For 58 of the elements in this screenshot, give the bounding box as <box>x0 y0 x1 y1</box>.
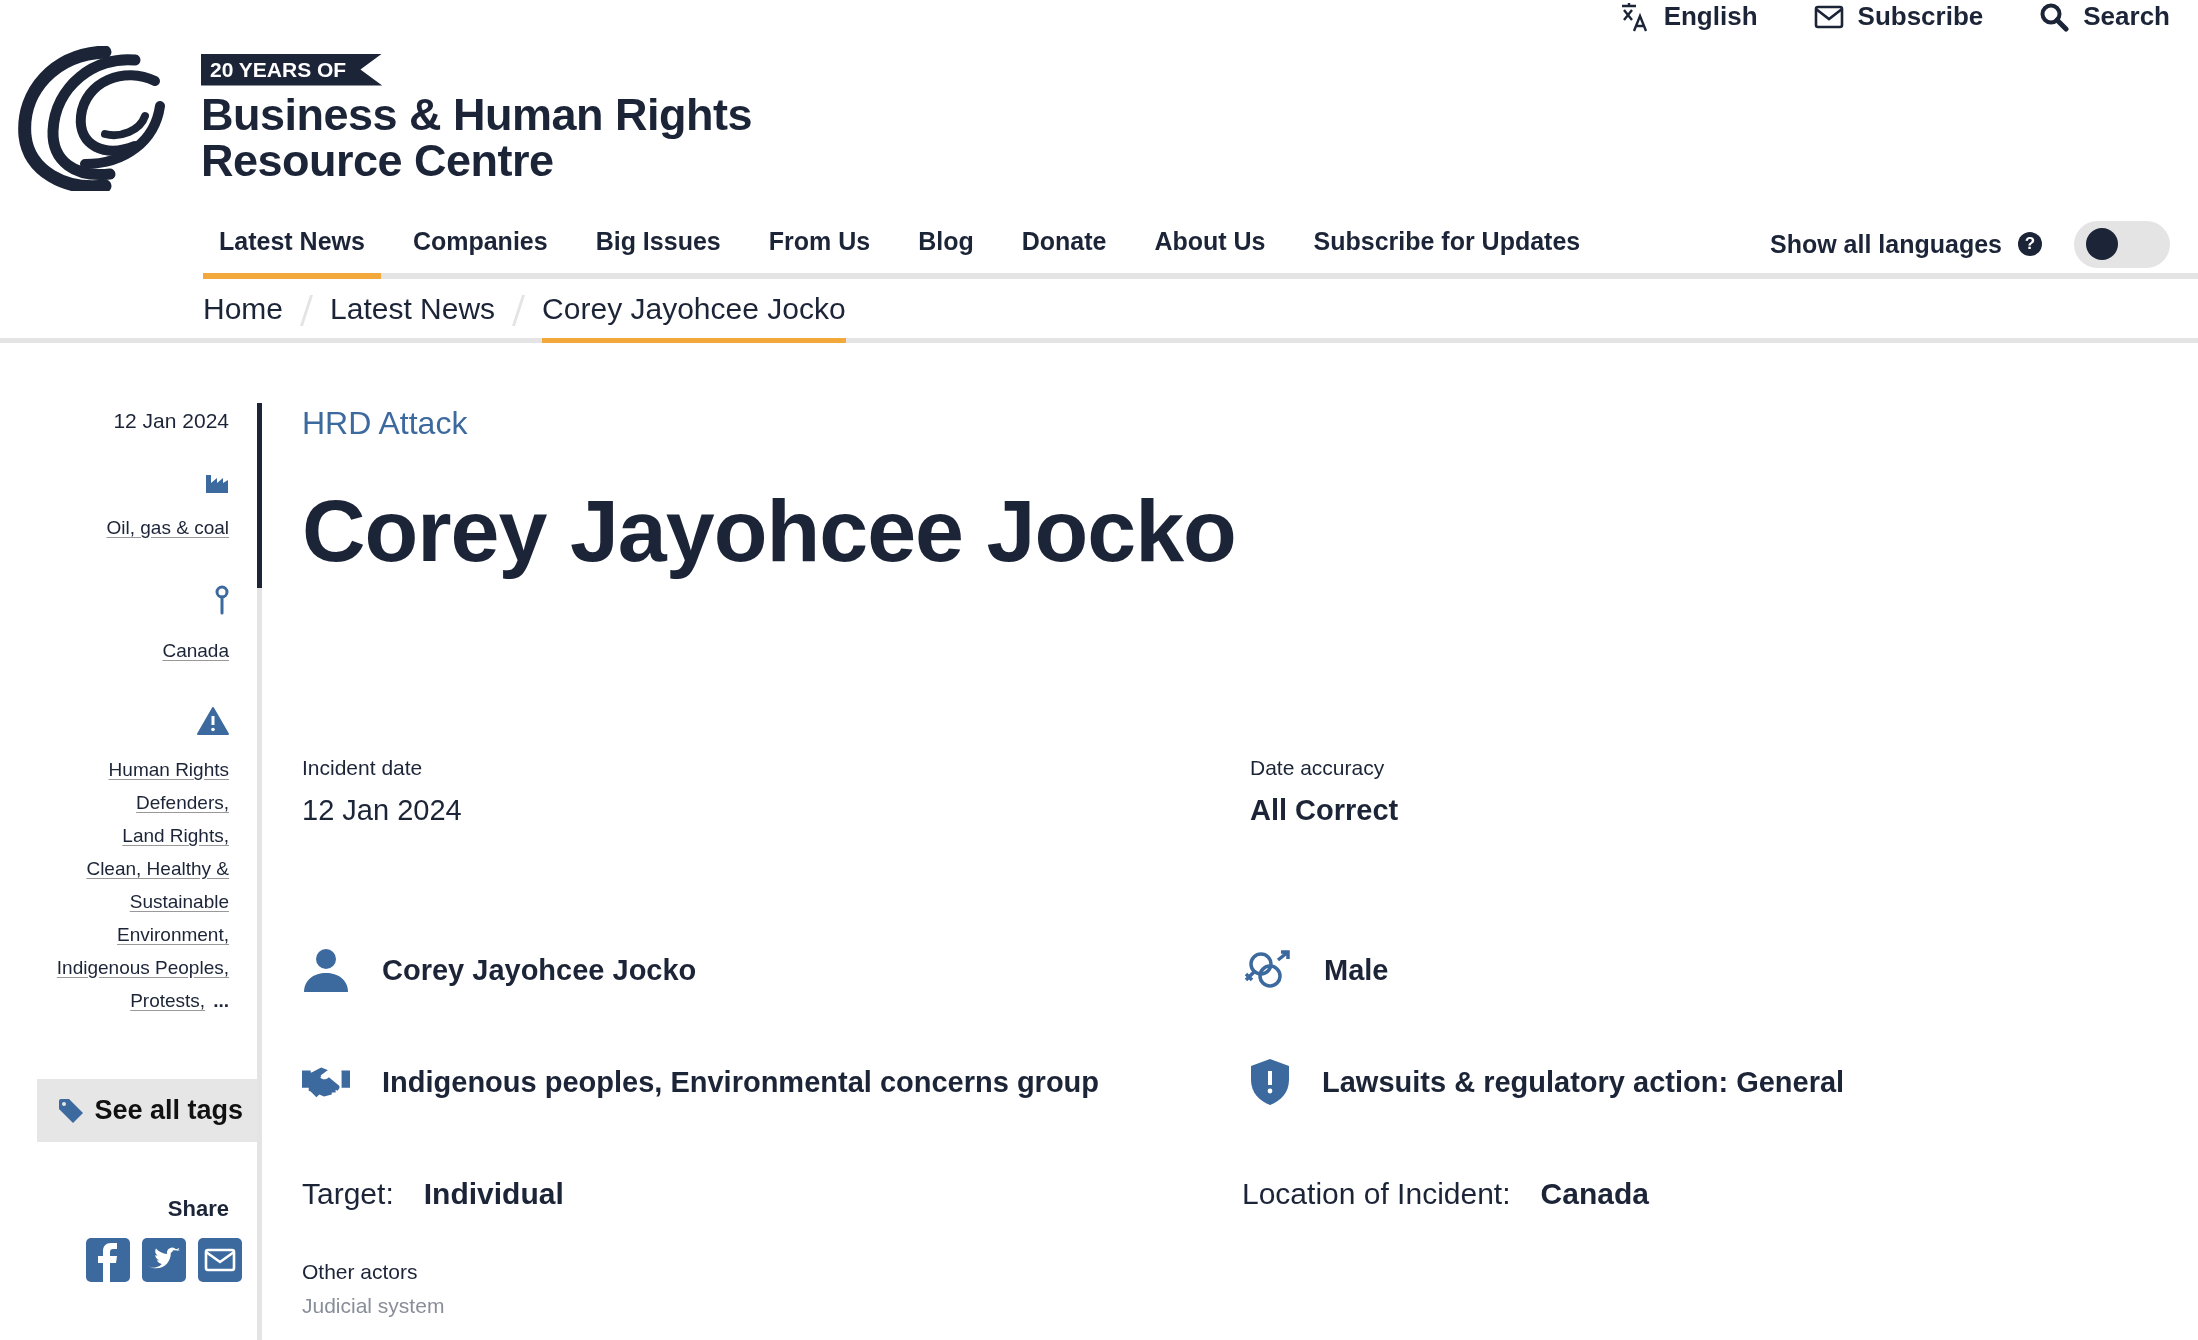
breadcrumb-link[interactable]: Corey Jayohcee Jocko <box>542 279 846 343</box>
field-value: 12 Jan 2024 <box>302 794 463 827</box>
fact-value: Indigenous peoples, Environmental concerns group <box>382 1065 1100 1099</box>
tag-link[interactable]: Clean, Healthy & Sustainable Environment, <box>29 852 229 951</box>
tag-link[interactable]: Land Rights, <box>122 819 229 852</box>
site-name: Business & Human Rights Resource Centre <box>201 91 753 184</box>
tag-icon <box>58 1097 85 1124</box>
field-label: Location of Incident: <box>1242 1177 1511 1211</box>
warning-icon <box>197 707 229 735</box>
nav-tab[interactable]: Big Issues <box>579 215 737 279</box>
nav-tab[interactable]: Donate <box>1005 215 1123 279</box>
nav-tab[interactable]: From Us <box>752 215 887 279</box>
article-title: Corey Jayohcee Jocko <box>302 480 1237 582</box>
field-label: Other actors <box>302 1260 419 1284</box>
field-label: Target: <box>302 1177 394 1211</box>
person-icon <box>302 946 350 994</box>
field-value: All Correct <box>1250 794 1400 827</box>
see-all-tags-button[interactable]: See all tags <box>37 1079 257 1142</box>
twitter-share-icon[interactable] <box>142 1238 186 1282</box>
facebook-share-icon[interactable] <box>86 1238 130 1282</box>
tag-link[interactable]: Oil, gas & coal <box>106 511 229 544</box>
tag-link[interactable]: Human Rights Defenders, <box>29 753 229 819</box>
language-toggle[interactable] <box>2074 220 2170 268</box>
header-link[interactable]: English <box>1619 1 1758 32</box>
breadcrumb-link[interactable]: Home <box>203 279 284 343</box>
fact-value: Corey Jayohcee Jocko <box>382 953 697 987</box>
fact-value: Male <box>1324 953 1389 987</box>
field-value: Judicial system <box>302 1294 446 1318</box>
email-share-icon[interactable] <box>198 1238 242 1282</box>
pin-icon <box>215 584 229 616</box>
nav-tab[interactable]: Blog <box>902 215 990 279</box>
nav-tab[interactable]: Subscribe for Updates <box>1297 215 1597 279</box>
category-link[interactable]: HRD Attack <box>302 405 2198 442</box>
nav-tab[interactable]: Latest News <box>203 215 381 279</box>
breadcrumb-link[interactable]: Latest News <box>330 279 496 343</box>
toggle-label: Show all languages <box>1770 229 2002 259</box>
tag-link[interactable]: Indigenous Peoples, <box>56 951 229 984</box>
fact-value: Lawsuits & regulatory action: General <box>1322 1065 1845 1099</box>
nav-tab[interactable]: About Us <box>1138 215 1282 279</box>
publish-date: 12 Jan 2024 <box>113 408 230 433</box>
nav-tab[interactable]: Companies <box>396 215 564 279</box>
field-value: Individual <box>423 1177 564 1211</box>
help-icon[interactable]: ? <box>2018 232 2042 256</box>
search-icon <box>2039 1 2070 32</box>
field-value: Canada <box>1540 1177 1649 1211</box>
globe-logo-icon <box>15 46 165 191</box>
factory-icon <box>205 473 229 493</box>
anniversary-badge: 20 YEARS OF <box>201 53 383 86</box>
shield-alert-icon <box>1250 1058 1290 1106</box>
translate-icon <box>1619 1 1650 32</box>
share-label: Share <box>167 1196 230 1222</box>
header-link[interactable]: Subscribe <box>1813 1 1984 32</box>
tag-link[interactable]: Canada <box>162 634 229 667</box>
field-label: Incident date <box>302 756 424 780</box>
more-tags-link[interactable]: ... <box>213 984 229 1017</box>
tag-link[interactable]: Protests, <box>130 984 206 1017</box>
field-label: Date accuracy <box>1250 756 1386 780</box>
header-link[interactable]: Search <box>2039 1 2170 32</box>
